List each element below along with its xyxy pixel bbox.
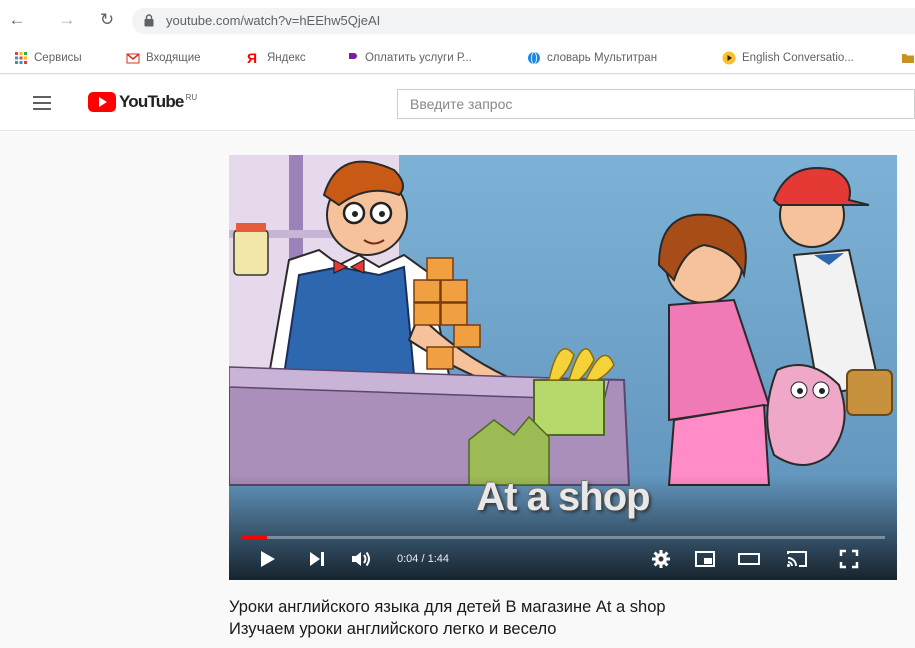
gmail-icon bbox=[126, 53, 140, 64]
payment-icon bbox=[349, 53, 357, 64]
volume-icon[interactable] bbox=[349, 547, 373, 571]
bookmark-apps[interactable]: Сервисы bbox=[14, 49, 82, 67]
apps-grid-icon bbox=[15, 52, 27, 64]
play-icon[interactable] bbox=[255, 547, 279, 571]
progress-bar[interactable] bbox=[241, 536, 885, 539]
fullscreen-icon[interactable] bbox=[837, 547, 861, 571]
folder-icon[interactable] bbox=[902, 52, 914, 64]
menu-icon[interactable] bbox=[33, 96, 51, 110]
bookmark-multitran[interactable]: словарь Мультитран bbox=[527, 49, 657, 67]
video-player[interactable]: At a shop bbox=[229, 155, 897, 580]
browser-toolbar: ← → ↻ youtube.com/watch?v=hEEhw5QjeAI bbox=[0, 0, 915, 40]
time-display: 0:04 / 1:44 bbox=[397, 553, 449, 565]
bookmark-label: Яндекс bbox=[267, 52, 306, 64]
bookmark-label: Оплатить услуги Р... bbox=[365, 52, 472, 64]
next-icon[interactable] bbox=[305, 547, 329, 571]
bookmark-inbox[interactable]: Входящие bbox=[126, 49, 201, 67]
bookmark-label: Входящие bbox=[146, 52, 201, 64]
multitran-icon bbox=[528, 51, 540, 65]
bookmark-label: English Conversatio... bbox=[742, 52, 854, 64]
settings-gear-icon[interactable] bbox=[649, 547, 673, 571]
video-overlay-title: At a shop bbox=[476, 475, 650, 519]
youtube-play-icon bbox=[88, 92, 116, 112]
search-placeholder: Введите запрос bbox=[410, 96, 513, 112]
bookmark-yandex[interactable]: Я Яндекс bbox=[247, 49, 306, 67]
video-title-line2: Изучаем уроки английского легко и весело bbox=[229, 620, 557, 638]
bookmark-label: Сервисы bbox=[34, 52, 82, 64]
video-description: Уроки английского языка для детей В мага… bbox=[229, 596, 909, 640]
bookmark-payment[interactable]: Оплатить услуги Р... bbox=[345, 49, 472, 67]
address-bar[interactable]: youtube.com/watch?v=hEEhw5QjeAI bbox=[132, 8, 915, 34]
bookmark-label: словарь Мультитран bbox=[547, 52, 658, 64]
play-circle-icon bbox=[722, 51, 736, 65]
lock-icon bbox=[144, 14, 154, 27]
forward-icon[interactable]: → bbox=[56, 9, 78, 31]
reload-icon[interactable]: ↻ bbox=[96, 9, 118, 31]
url-text: youtube.com/watch?v=hEEhw5QjeAI bbox=[166, 13, 381, 28]
bookmark-english[interactable]: English Conversatio... bbox=[722, 49, 854, 67]
progress-played bbox=[241, 536, 267, 539]
logo-text: YouTube bbox=[119, 92, 184, 111]
theater-mode-icon[interactable] bbox=[737, 547, 761, 571]
back-icon[interactable]: ← bbox=[6, 9, 28, 31]
miniplayer-icon[interactable] bbox=[693, 547, 717, 571]
youtube-header: YouTube RU Введите запрос bbox=[0, 75, 915, 131]
bookmarks-bar: Сервисы Входящие Я Яндекс Оплатить услуг… bbox=[0, 40, 915, 74]
cast-icon[interactable] bbox=[785, 547, 809, 571]
youtube-logo[interactable]: YouTube RU bbox=[88, 92, 197, 112]
search-input[interactable]: Введите запрос bbox=[397, 89, 915, 119]
video-title-line1: Уроки английского языка для детей В мага… bbox=[229, 598, 666, 616]
yandex-icon: Я bbox=[247, 50, 258, 66]
video-overlay-title-wrap: At a shop bbox=[229, 475, 897, 520]
player-controls: 0:04 / 1:44 bbox=[229, 530, 897, 580]
region-code: RU bbox=[185, 93, 198, 102]
